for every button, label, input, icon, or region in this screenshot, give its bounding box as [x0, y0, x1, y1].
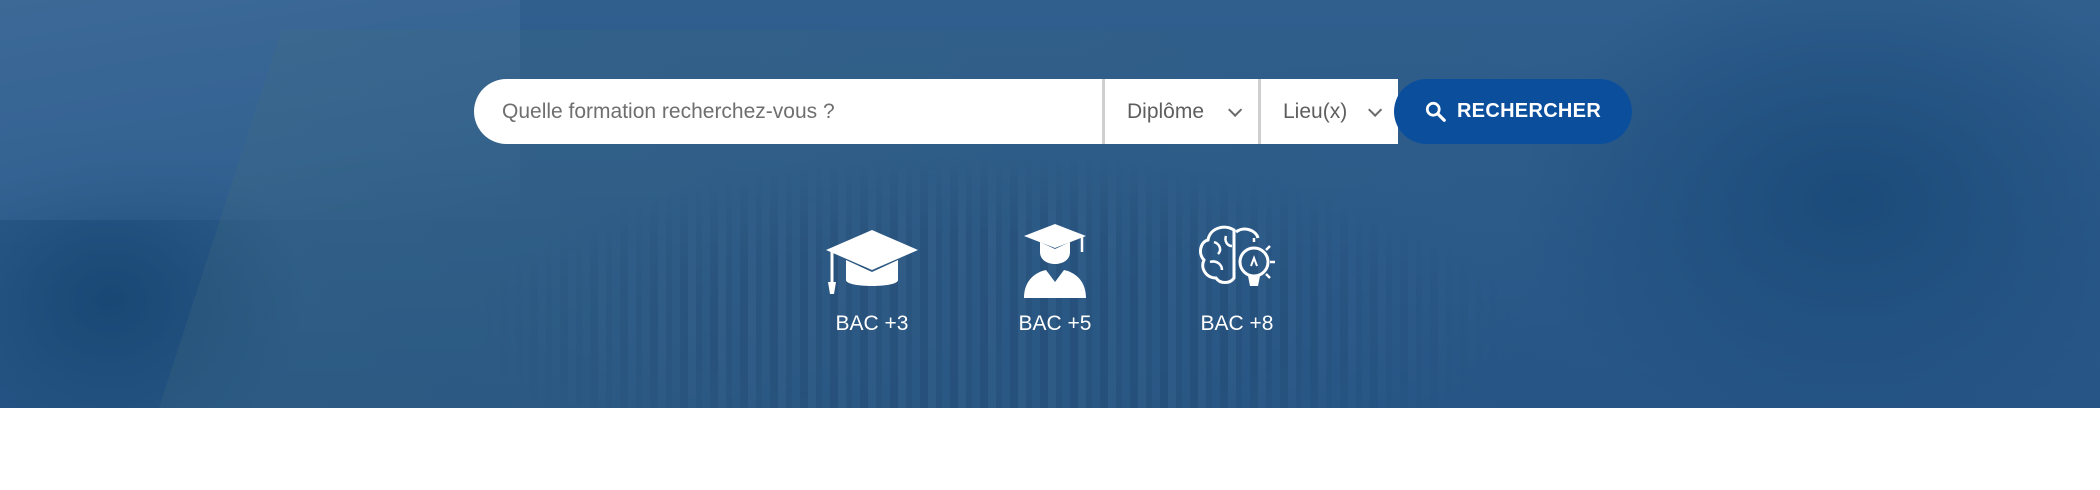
search-button-label: RECHERCHER — [1456, 100, 1602, 122]
degree-label-bac8: BAC +8 — [1200, 312, 1274, 335]
brain-lightbulb-icon — [1199, 225, 1275, 286]
degree-link-bac8[interactable]: BAC +8 — [1167, 218, 1307, 336]
lieu-select[interactable]: Lieu(x) — [1258, 79, 1398, 144]
degree-label-bac3: BAC +3 — [835, 312, 909, 335]
hero-banner: Diplôme Lieu(x) RECHERCHER BAC +3 — [0, 0, 2100, 408]
search-button[interactable]: RECHERCHER — [1394, 79, 1632, 144]
diplome-select-label: Diplôme — [1127, 99, 1205, 123]
search-bar: Diplôme Lieu(x) RECHERCHER — [474, 79, 1634, 144]
degree-link-bac3[interactable]: BAC +3 — [802, 218, 942, 336]
lieu-select-label: Lieu(x) — [1283, 99, 1348, 123]
search-query-wrapper — [474, 79, 1102, 144]
degree-label-bac5: BAC +5 — [1018, 312, 1092, 335]
diplome-select[interactable]: Diplôme — [1102, 79, 1258, 144]
graduate-user-icon — [1024, 224, 1086, 298]
hero-overlay — [0, 0, 2100, 408]
graduation-cap-icon — [826, 230, 918, 294]
degree-link-bac5[interactable]: BAC +5 — [985, 218, 1125, 336]
search-icon — [1425, 101, 1446, 122]
search-input[interactable] — [500, 98, 1102, 125]
chevron-down-icon — [1368, 102, 1383, 117]
chevron-down-icon — [1228, 102, 1243, 117]
